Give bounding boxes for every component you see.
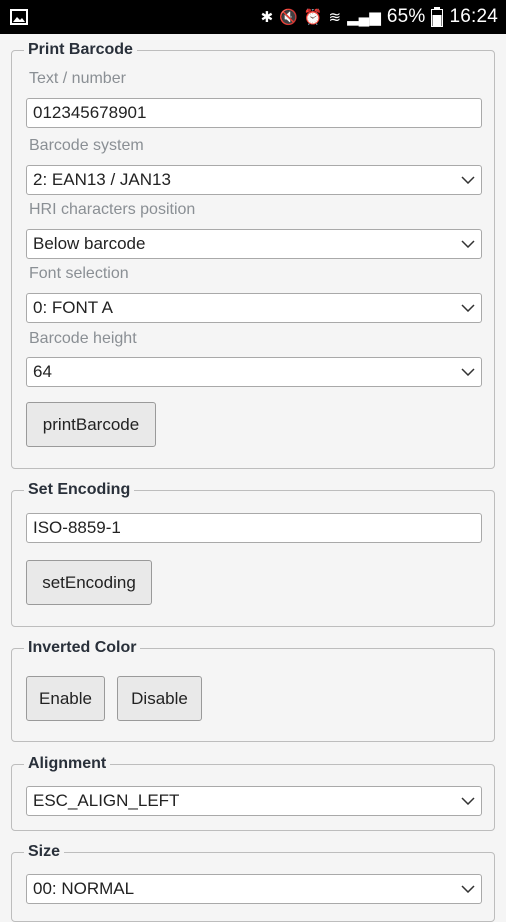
- size-legend: Size: [24, 843, 65, 861]
- clock-time: 16:24: [449, 6, 498, 27]
- status-bar: ✱ 🔇 ⏰ ≋ ▂▄▆ 65% 16:24: [0, 0, 506, 34]
- encoding-input[interactable]: ISO-8859-1: [26, 513, 482, 543]
- hri-position-label: HRI characters position: [29, 201, 196, 218]
- chevron-down-icon: [455, 166, 481, 194]
- battery-percent: 65%: [386, 6, 426, 27]
- enable-button[interactable]: Enable: [26, 676, 105, 721]
- alignment-group: Alignment ESC_ALIGN_LEFT: [11, 755, 495, 831]
- battery-icon: [431, 7, 444, 27]
- barcode-height-select[interactable]: 64: [26, 357, 482, 387]
- wifi-icon: ≋: [328, 9, 342, 26]
- text-number-label: Text / number: [29, 70, 126, 87]
- font-selection-label: Font selection: [29, 265, 129, 282]
- barcode-height-label: Barcode height: [29, 330, 137, 347]
- print-barcode-group: Print Barcode Text / number 012345678901…: [11, 41, 495, 469]
- font-selection-select[interactable]: 0: FONT A: [26, 293, 482, 323]
- alignment-legend: Alignment: [24, 755, 111, 773]
- set-encoding-group: Set Encoding ISO-8859-1 setEncoding: [11, 481, 495, 627]
- set-encoding-legend: Set Encoding: [24, 481, 135, 499]
- alarm-icon: ⏰: [303, 9, 323, 26]
- inverted-color-group: Inverted Color Enable Disable: [11, 639, 495, 742]
- barcode-system-label: Barcode system: [29, 137, 144, 154]
- barcode-system-select[interactable]: 2: EAN13 / JAN13: [26, 165, 482, 195]
- inverted-color-legend: Inverted Color: [24, 639, 141, 657]
- signal-icon: ▂▄▆: [347, 9, 381, 26]
- chevron-down-icon: [455, 358, 481, 386]
- size-group: Size 00: NORMAL: [11, 843, 495, 922]
- bluetooth-icon: ✱: [260, 9, 274, 26]
- print-barcode-legend: Print Barcode: [24, 41, 137, 59]
- chevron-down-icon: [455, 787, 481, 815]
- image-icon: [10, 9, 28, 25]
- chevron-down-icon: [455, 875, 481, 903]
- chevron-down-icon: [455, 230, 481, 258]
- chevron-down-icon: [455, 294, 481, 322]
- print-barcode-button[interactable]: printBarcode: [26, 402, 156, 447]
- disable-button[interactable]: Disable: [117, 676, 202, 721]
- set-encoding-button[interactable]: setEncoding: [26, 560, 152, 605]
- hri-position-select[interactable]: Below barcode: [26, 229, 482, 259]
- alignment-select[interactable]: ESC_ALIGN_LEFT: [26, 786, 482, 816]
- text-number-input[interactable]: 012345678901: [26, 98, 482, 128]
- mute-icon: 🔇: [279, 9, 298, 26]
